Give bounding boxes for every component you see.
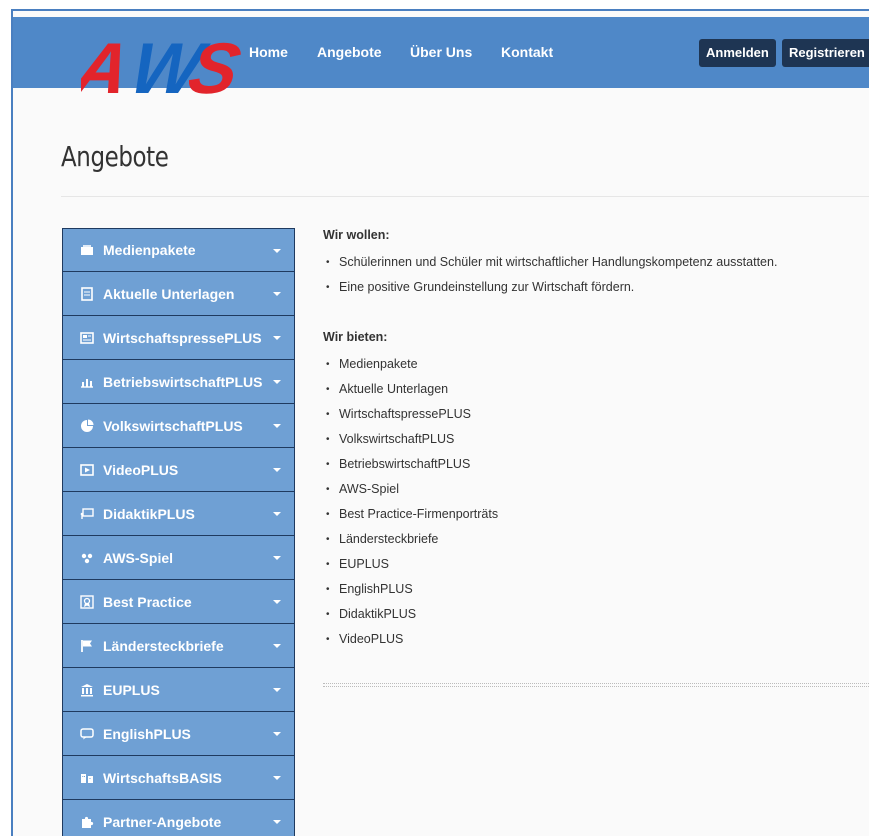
- nav-angebote-link[interactable]: Angebote: [317, 44, 382, 60]
- presentation-icon: [79, 507, 95, 521]
- login-button[interactable]: Anmelden: [699, 39, 776, 67]
- chevron-down-icon: [273, 468, 281, 472]
- sidebar-item-euplus[interactable]: EUPLUS: [62, 668, 295, 712]
- nav-kontakt-link[interactable]: Kontakt: [501, 44, 553, 60]
- game-icon: [79, 551, 95, 565]
- chevron-down-icon: [273, 732, 281, 736]
- chevron-down-icon: [273, 336, 281, 340]
- chevron-down-icon: [273, 556, 281, 560]
- sidebar-item-label: Partner-Angebote: [103, 813, 222, 830]
- title-divider: [61, 196, 869, 197]
- register-button[interactable]: Registrieren: [782, 39, 869, 67]
- list-item: Aktuelle Unterlagen: [323, 377, 869, 402]
- chevron-down-icon: [273, 424, 281, 428]
- sidebar-item-wirtschaftspresseplus[interactable]: WirtschaftspressePLUS: [62, 316, 295, 360]
- chevron-down-icon: [273, 776, 281, 780]
- list-item: DidaktikPLUS: [323, 602, 869, 627]
- chevron-down-icon: [273, 820, 281, 824]
- chevron-down-icon: [273, 292, 281, 296]
- list-item: BetriebswirtschaftPLUS: [323, 452, 869, 477]
- sidebar-item-aws-spiel[interactable]: AWS-Spiel: [62, 536, 295, 580]
- sidebar-item-best-practice[interactable]: Best Practice: [62, 580, 295, 624]
- list-item: VolkswirtschaftPLUS: [323, 427, 869, 452]
- content-divider: [323, 683, 869, 687]
- sidebar-item-volkswirtschaftplus[interactable]: VolkswirtschaftPLUS: [62, 404, 295, 448]
- offers-heading: Wir bieten:: [323, 330, 388, 344]
- list-item: Best Practice-Firmenporträts: [323, 502, 869, 527]
- list-item: Eine positive Grundeinstellung zur Wirts…: [323, 275, 869, 300]
- sidebar-item-betriebswirtschaftplus[interactable]: BetriebswirtschaftPLUS: [62, 360, 295, 404]
- sidebar-item-videoplus[interactable]: VideoPLUS: [62, 448, 295, 492]
- sidebar-item-partner-angebote[interactable]: Partner-Angebote: [62, 800, 295, 836]
- sidebar-item-label: EUPLUS: [103, 681, 160, 698]
- sidebar-item-laendersteckbriefe[interactable]: Ländersteckbriefe: [62, 624, 295, 668]
- chevron-down-icon: [273, 644, 281, 648]
- sidebar-item-label: EnglishPLUS: [103, 725, 191, 742]
- building-icon: [79, 771, 95, 785]
- sidebar-item-didaktikplus[interactable]: DidaktikPLUS: [62, 492, 295, 536]
- goals-list: Schülerinnen und Schüler mit wirtschaftl…: [323, 250, 869, 300]
- flag-icon: [79, 639, 95, 653]
- sidebar-item-aktuelle-unterlagen[interactable]: Aktuelle Unterlagen: [62, 272, 295, 316]
- top-navbar: A W S Home Angebote Über Uns Kontakt Anm…: [13, 17, 869, 95]
- aws-logo[interactable]: A W S: [81, 29, 251, 95]
- puzzle-icon: [79, 815, 95, 829]
- award-icon: [79, 594, 95, 609]
- sidebar-item-label: Aktuelle Unterlagen: [103, 285, 235, 302]
- document-icon: [79, 286, 95, 301]
- bar-chart-icon: [79, 375, 95, 389]
- sidebar-item-wirtschaftsbasis[interactable]: WirtschaftsBASIS: [62, 756, 295, 800]
- sidebar-item-englishplus[interactable]: EnglishPLUS: [62, 712, 295, 756]
- sidebar-item-label: BetriebswirtschaftPLUS: [103, 373, 263, 390]
- sidebar-item-label: Medienpakete: [103, 242, 196, 258]
- list-item: EnglishPLUS: [323, 577, 869, 602]
- media-package-icon: [79, 243, 95, 257]
- institution-icon: [79, 683, 95, 697]
- nav-home-link[interactable]: Home: [249, 44, 288, 60]
- sidebar-item-label: WirtschaftsBASIS: [103, 769, 222, 786]
- offers-list: Medienpakete Aktuelle Unterlagen Wirtsch…: [323, 352, 869, 652]
- sidebar-item-label: DidaktikPLUS: [103, 505, 195, 522]
- list-item: AWS-Spiel: [323, 477, 869, 502]
- sidebar-item-label: Best Practice: [103, 593, 192, 610]
- page-title: Angebote: [61, 140, 169, 173]
- pie-chart-icon: [79, 419, 95, 433]
- list-item: Ländersteckbriefe: [323, 527, 869, 552]
- chevron-down-icon: [273, 512, 281, 516]
- newspaper-icon: [79, 331, 95, 345]
- offers-content: Wir wollen: Schülerinnen und Schüler mit…: [323, 228, 869, 652]
- list-item: EUPLUS: [323, 552, 869, 577]
- sidebar-menu: Medienpakete Aktuelle Unterlagen Wirtsch…: [62, 228, 295, 836]
- list-item: WirtschaftspressePLUS: [323, 402, 869, 427]
- list-item: Medienpakete: [323, 352, 869, 377]
- sidebar-item-label: Ländersteckbriefe: [103, 637, 224, 654]
- list-item: Schülerinnen und Schüler mit wirtschaftl…: [323, 250, 869, 275]
- nav-ueber-uns-link[interactable]: Über Uns: [410, 44, 472, 60]
- chevron-down-icon: [273, 600, 281, 604]
- sidebar-item-label: VideoPLUS: [103, 461, 179, 478]
- chevron-down-icon: [273, 688, 281, 692]
- chat-icon: [79, 727, 95, 741]
- video-icon: [79, 463, 95, 477]
- sidebar-item-label: VolkswirtschaftPLUS: [103, 417, 243, 434]
- list-item: VideoPLUS: [323, 627, 869, 652]
- goals-heading: Wir wollen:: [323, 228, 390, 242]
- chevron-down-icon: [273, 380, 281, 384]
- sidebar-item-label: AWS-Spiel: [103, 549, 174, 566]
- sidebar-item-medienpakete[interactable]: Medienpakete: [62, 228, 295, 272]
- sidebar-item-label: WirtschaftspressePLUS: [103, 329, 262, 346]
- chevron-down-icon: [273, 249, 281, 253]
